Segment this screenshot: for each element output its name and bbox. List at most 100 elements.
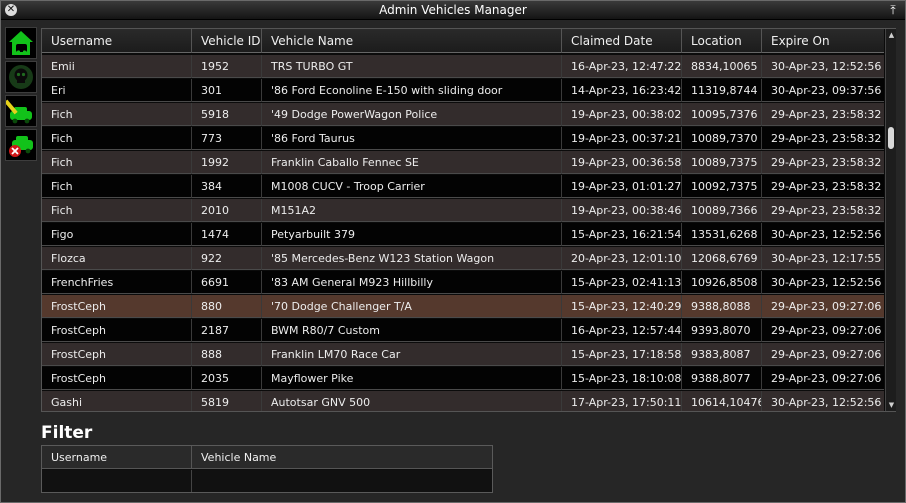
table-row[interactable]: Figo 1474 Petyarbuilt 379 15-Apr-23, 16:21:… <box>42 223 884 246</box>
cell-expire-on: 29-Apr-23, 23:58:32 <box>771 180 882 193</box>
cell-vehicle-id: 5918 <box>192 103 262 126</box>
column-header-vehicle-id[interactable]: Vehicle ID <box>192 29 262 53</box>
cell-claimed-date: 16-Apr-23, 12:47:22 <box>562 55 682 78</box>
toolbar <box>5 27 39 167</box>
cell-vehicle-name: Franklin LM70 Race Car <box>262 343 562 366</box>
table-row[interactable]: FrostCeph 2035 Mayflower Pike 15-Apr-23, 18… <box>42 367 884 390</box>
cell-vehicle-name: M151A2 <box>262 199 562 222</box>
cell-vehicle-id: 301 <box>192 79 262 102</box>
cell-expire-on: 29-Apr-23, 09:27:06 <box>771 300 882 313</box>
cell-location: 10089,7375 <box>682 151 762 174</box>
admin-vehicles-window: ✕ Admin Vehicles Manager ⤒ Username Vehi… <box>0 0 906 503</box>
column-header-vehicle-name[interactable]: Vehicle Name <box>262 29 562 53</box>
table-row[interactable]: Emii 1952 TRS TURBO GT 16-Apr-23, 12:47:22 8… <box>42 55 884 78</box>
table-scrollbar[interactable]: ▲ ▼ <box>885 29 896 411</box>
edit-vehicle-button[interactable] <box>5 95 37 127</box>
cell-location: 10926,8508 <box>682 271 762 294</box>
cell-username: FrostCeph <box>42 295 192 318</box>
table-row[interactable]: Fich 1992 Franklin Caballo Fennec SE 19-Apr… <box>42 151 884 174</box>
table-row[interactable]: FrenchFries 6691'83 AM General M923 Hillb… <box>42 271 884 294</box>
cell-username: FrenchFries <box>42 271 192 294</box>
table-row[interactable]: Fich 2010 M151A2 19-Apr-23, 00:38:46 10089,7… <box>42 199 884 222</box>
cell-vehicle-name: Autotsar GNV 500 <box>262 391 562 411</box>
filter-title: Filter <box>41 423 93 443</box>
filter-panel: Username Vehicle Name <box>41 445 493 493</box>
cell-expire-on: 30-Apr-23, 12:52:56 <box>771 60 882 73</box>
table-row[interactable]: FrostCeph 888 Franklin LM70 Race Car 15-Apr… <box>42 343 884 366</box>
cell-username: Flozca <box>42 247 192 270</box>
cell-claimed-date: 14-Apr-23, 16:23:42 <box>562 79 682 102</box>
cell-expire-on: 30-Apr-23, 12:17:55 <box>771 252 882 265</box>
delete-vehicle-button[interactable] <box>5 129 37 161</box>
cell-claimed-date: 19-Apr-23, 00:36:58 <box>562 151 682 174</box>
cell-vehicle-id: 5819 <box>192 391 262 411</box>
cell-vehicle-name: BWM R80/7 Custom <box>262 319 562 342</box>
cell-claimed-date: 16-Apr-23, 12:57:44 <box>562 319 682 342</box>
scroll-up-icon[interactable]: ▲ <box>887 30 896 40</box>
cell-vehicle-name: M1008 CUCV - Troop Carrier <box>262 175 562 198</box>
cell-username: Figo <box>42 223 192 246</box>
filter-vehicle-name-input[interactable] <box>192 470 492 492</box>
cell-vehicle-id: 2035 <box>192 367 262 390</box>
cell-location: 8834,10065 <box>682 55 762 78</box>
cell-claimed-date: 15-Apr-23, 18:10:08 <box>562 367 682 390</box>
cell-username: Fich <box>42 151 192 174</box>
cell-claimed-date: 15-Apr-23, 17:18:58 <box>562 343 682 366</box>
cell-vehicle-name: '83 AM General M923 Hillbilly <box>262 271 562 294</box>
cell-vehicle-name: Mayflower Pike <box>262 367 562 390</box>
scroll-down-icon[interactable]: ▼ <box>887 400 896 410</box>
window-title: Admin Vehicles Manager <box>379 3 527 17</box>
table-row[interactable]: Gashi 5819 Autotsar GNV 500 17-Apr-23, 17:5… <box>42 391 884 411</box>
table-row[interactable]: FrostCeph 2187 BWM R80/7 Custom 16-Apr-23, … <box>42 319 884 342</box>
cell-username: Fich <box>42 127 192 150</box>
column-header-location[interactable]: Location <box>682 29 762 53</box>
cell-username: Eri <box>42 79 192 102</box>
pin-icon[interactable]: ⤒ <box>887 3 899 17</box>
cell-claimed-date: 20-Apr-23, 12:01:10 <box>562 247 682 270</box>
cell-location: 10092,7375 <box>682 175 762 198</box>
cell-claimed-date: 19-Apr-23, 00:38:02 <box>562 103 682 126</box>
cell-username: FrostCeph <box>42 367 192 390</box>
filter-header-username: Username <box>42 446 192 469</box>
cell-username: Fich <box>42 175 192 198</box>
cell-vehicle-id: 1952 <box>192 55 262 78</box>
cell-expire-on: 30-Apr-23, 09:37:56 <box>771 84 882 97</box>
cell-expire-on: 29-Apr-23, 09:27:06 <box>771 324 882 337</box>
home-vehicle-button[interactable] <box>5 27 37 59</box>
cell-location: 10089,7366 <box>682 199 762 222</box>
close-icon[interactable]: ✕ <box>5 4 17 16</box>
cell-location: 10614,10476 <box>682 391 762 411</box>
delete-vehicle-icon <box>9 136 33 157</box>
cell-claimed-date: 15-Apr-23, 12:40:29 <box>562 295 682 318</box>
cell-claimed-date: 19-Apr-23, 00:38:46 <box>562 199 682 222</box>
cell-username: FrostCeph <box>42 343 192 366</box>
edit-vehicle-icon <box>6 99 32 124</box>
table-row[interactable]: Fich 384 M1008 CUCV - Troop Carrier 19-Apr-… <box>42 175 884 198</box>
table-row[interactable]: FrostCeph 880'70 Dodge Challenger T/A 15-A… <box>42 295 884 318</box>
cell-vehicle-name: '70 Dodge Challenger T/A <box>262 295 562 318</box>
cell-vehicle-id: 2187 <box>192 319 262 342</box>
table-row[interactable]: Fich 5918'49 Dodge PowerWagon Police 19-Ap… <box>42 103 884 126</box>
column-header-claimed-date[interactable]: Claimed Date <box>562 29 682 53</box>
cell-vehicle-name: Petyarbuilt 379 <box>262 223 562 246</box>
column-header-expire-on[interactable]: Expire On <box>762 29 884 53</box>
scrollbar-thumb[interactable] <box>888 127 894 149</box>
cell-vehicle-name: '85 Mercedes-Benz W123 Station Wagon <box>262 247 562 270</box>
cell-expire-on: 30-Apr-23, 12:52:56 <box>771 276 882 289</box>
cell-vehicle-name: '49 Dodge PowerWagon Police <box>262 103 562 126</box>
cell-expire-on: 29-Apr-23, 23:58:32 <box>771 156 882 169</box>
filter-header-vehicle-name: Vehicle Name <box>192 446 492 469</box>
filter-username-input[interactable] <box>42 470 192 492</box>
cell-location: 12068,6769 <box>682 247 762 270</box>
cell-expire-on: 29-Apr-23, 09:27:06 <box>771 348 882 361</box>
column-header-username[interactable]: Username <box>42 29 192 53</box>
table-row[interactable]: Fich 773'86 Ford Taurus 19-Apr-23, 00:37:2… <box>42 127 884 150</box>
table-row[interactable]: Eri 301'86 Ford Econoline E-150 with slid… <box>42 79 884 102</box>
cell-vehicle-name: Franklin Caballo Fennec SE <box>262 151 562 174</box>
cell-vehicle-id: 888 <box>192 343 262 366</box>
home-vehicle-icon <box>9 31 33 55</box>
skull-button[interactable] <box>5 61 37 93</box>
vehicles-table: Username Vehicle ID Vehicle Name Claimed… <box>41 28 896 412</box>
table-row[interactable]: Flozca 922'85 Mercedes-Benz W123 Station … <box>42 247 884 270</box>
cell-expire-on: 30-Apr-23, 12:52:56 <box>771 228 882 241</box>
